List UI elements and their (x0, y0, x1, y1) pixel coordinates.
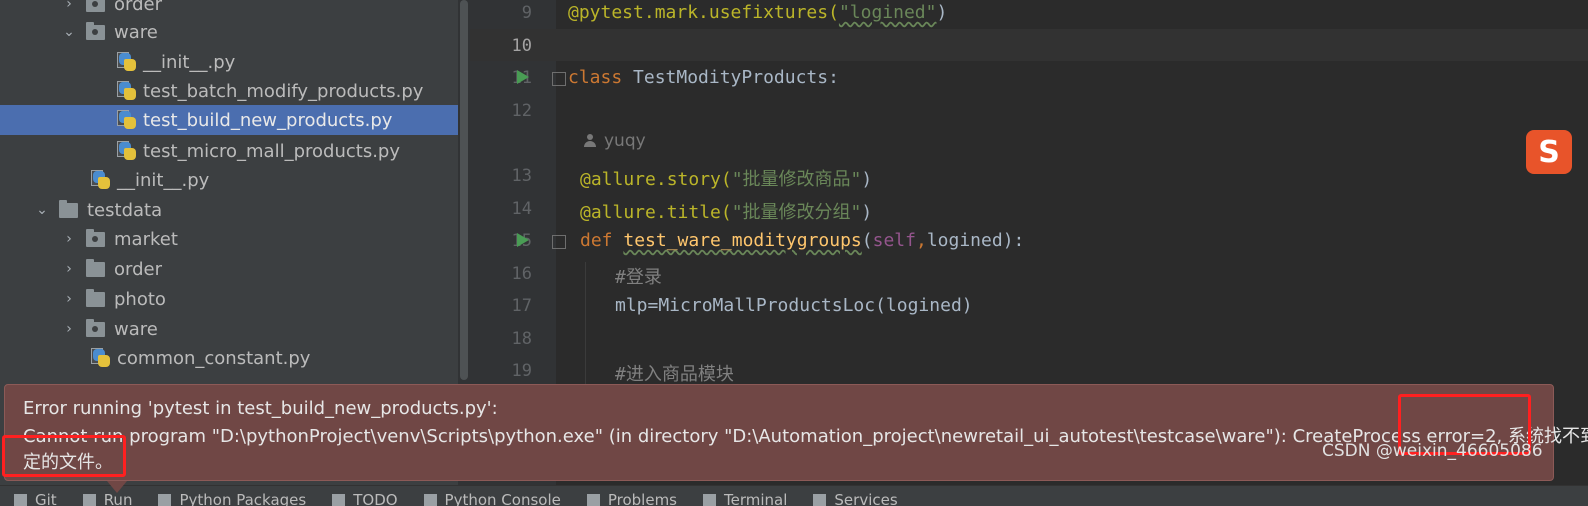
tree-item-init-py[interactable]: __init__.py (0, 47, 458, 77)
code-line-19[interactable]: #进入商品模块 (615, 360, 734, 386)
python-file-icon (117, 110, 137, 130)
tree-item-ware-2[interactable]: › ware (0, 314, 458, 344)
console-icon (424, 494, 437, 506)
python-file-icon (91, 348, 111, 368)
code-line-14[interactable]: @allure.title("批量修改分组") (580, 198, 872, 224)
code-line-13[interactable]: @allure.story("批量修改商品") (580, 165, 872, 191)
error-notification[interactable]: Error running 'pytest in test_build_new_… (4, 384, 1554, 481)
tool-window-git[interactable]: Git (14, 490, 57, 506)
terminal-icon (703, 494, 716, 506)
package-folder-icon (86, 232, 105, 247)
tree-item-photo[interactable]: › photo (0, 284, 458, 314)
line-number: 12 (470, 101, 532, 121)
line-number: 16 (470, 264, 532, 284)
package-folder-icon (86, 0, 105, 12)
run-icon (83, 494, 96, 506)
tool-window-problems[interactable]: Problems (587, 490, 677, 506)
highlight-box (2, 435, 126, 477)
problems-icon (587, 494, 600, 506)
python-file-icon (91, 170, 111, 190)
tool-window-bar: Git Run Python Packages TODO Python Cons… (0, 485, 1588, 506)
tree-item-order-2[interactable]: › order (0, 254, 458, 284)
python-file-icon (117, 141, 137, 161)
fold-icon[interactable] (552, 235, 566, 249)
tree-item-init-py-2[interactable]: __init__.py (0, 165, 458, 195)
tool-window-services[interactable]: Services (813, 490, 897, 506)
run-test-icon[interactable] (517, 70, 529, 84)
notification-pointer (107, 481, 127, 493)
chevron-right-icon[interactable]: › (62, 0, 76, 11)
tree-item-testdata[interactable]: ⌄ testdata (0, 195, 458, 225)
line-number: 9 (470, 3, 532, 23)
services-icon (813, 494, 826, 506)
current-line-highlight (470, 29, 1588, 61)
package-icon (158, 494, 171, 506)
code-line-16[interactable]: #登录 (615, 263, 662, 289)
code-line-11[interactable]: class TestModityProducts: (568, 67, 839, 88)
run-test-icon[interactable] (517, 233, 529, 247)
line-number: 17 (470, 296, 532, 316)
code-author-hint[interactable]: yuqy (584, 131, 646, 151)
ime-badge[interactable]: S (1526, 130, 1572, 174)
tree-item-market[interactable]: › market (0, 224, 458, 254)
code-line-15[interactable]: def test_ware_moditygroups(self,logined)… (580, 230, 1024, 251)
chevron-right-icon[interactable]: › (62, 292, 76, 306)
line-number: 10 (470, 36, 532, 56)
folder-icon (86, 262, 105, 277)
git-icon (14, 494, 27, 506)
error-title: Error running 'pytest in test_build_new_… (23, 398, 498, 419)
python-file-icon (117, 81, 137, 101)
tool-window-terminal[interactable]: Terminal (703, 490, 787, 506)
tree-item-test-build-new-products[interactable]: test_build_new_products.py (0, 105, 458, 135)
tree-item-ware[interactable]: ⌄ ware (0, 17, 458, 47)
folder-icon (86, 292, 105, 307)
chevron-down-icon[interactable]: ⌄ (35, 203, 49, 217)
fold-icon[interactable] (552, 72, 566, 86)
tool-window-python-console[interactable]: Python Console (424, 490, 561, 506)
package-folder-icon (86, 322, 105, 337)
line-number: 18 (470, 329, 532, 349)
chevron-right-icon[interactable]: › (62, 322, 76, 336)
code-line-17[interactable]: mlp=MicroMallProductsLoc(logined) (615, 295, 973, 316)
scrollbar-thumb[interactable] (460, 0, 468, 380)
indent-guide (585, 262, 586, 387)
tree-item-common-constant[interactable]: common_constant.py (0, 343, 458, 373)
package-folder-icon (86, 25, 105, 40)
python-file-icon (117, 52, 137, 72)
folder-icon (59, 203, 78, 218)
tree-item-test-micro-mall-products[interactable]: test_micro_mall_products.py (0, 136, 458, 166)
person-icon (584, 134, 596, 148)
line-number: 14 (470, 199, 532, 219)
code-line-9[interactable]: @pytest.mark.usefixtures("logined") (568, 2, 947, 23)
line-number: 13 (470, 166, 532, 186)
chevron-right-icon[interactable]: › (62, 232, 76, 246)
watermark: CSDN @weixin_46605086 (1322, 441, 1543, 461)
tool-window-python-packages[interactable]: Python Packages (158, 490, 306, 506)
line-number: 19 (470, 361, 532, 381)
tree-item-test-batch-modify-products[interactable]: test_batch_modify_products.py (0, 76, 458, 106)
chevron-right-icon[interactable]: › (62, 262, 76, 276)
chevron-down-icon[interactable]: ⌄ (62, 25, 76, 39)
tool-window-todo[interactable]: TODO (332, 490, 397, 506)
todo-icon (332, 494, 345, 506)
